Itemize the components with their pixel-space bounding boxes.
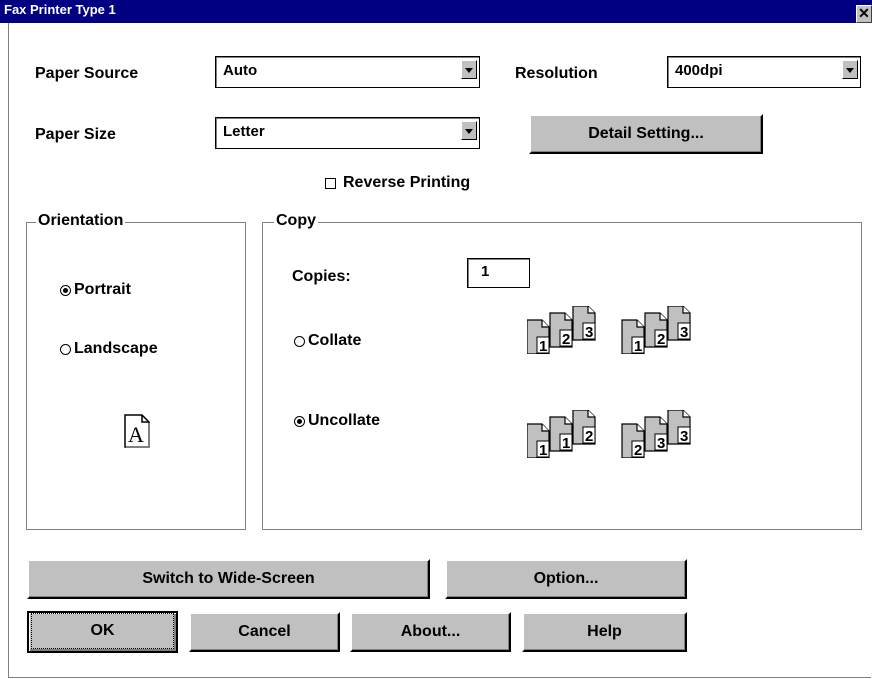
- copies-value: 1: [481, 263, 490, 280]
- paper-size-value: Letter: [223, 123, 265, 140]
- collate-pages-icon: 123123: [526, 305, 717, 355]
- preview-letter: A: [128, 422, 144, 447]
- orientation-group-title: Orientation: [36, 212, 126, 230]
- page-number: 1: [539, 442, 547, 458]
- landscape-radio[interactable]: [60, 344, 71, 355]
- help-label: Help: [587, 623, 622, 640]
- option-button[interactable]: Option...: [445, 559, 687, 599]
- ok-button[interactable]: OK: [27, 611, 178, 653]
- switch-wide-screen-label: Switch to Wide-Screen: [142, 570, 315, 587]
- orientation-group: [26, 222, 246, 530]
- uncollate-pages-icon: 112233: [526, 409, 717, 459]
- copies-label: Copies:: [292, 268, 351, 285]
- uncollate-label: Uncollate: [308, 412, 381, 429]
- reverse-printing-label: Reverse Printing: [343, 174, 471, 191]
- paper-size-dropdown[interactable]: Letter: [215, 117, 480, 149]
- copy-group-title: Copy: [274, 212, 318, 230]
- page-number: 3: [585, 324, 593, 341]
- help-button[interactable]: Help: [522, 612, 687, 652]
- about-button[interactable]: About...: [350, 612, 511, 652]
- reverse-printing-checkbox[interactable]: [325, 178, 336, 189]
- detail-setting-button-label: Detail Setting...: [588, 125, 704, 142]
- page-number: 2: [634, 442, 642, 458]
- detail-setting-button[interactable]: Detail Setting...: [529, 114, 763, 154]
- landscape-label: Landscape: [74, 340, 158, 357]
- page-number: 3: [680, 324, 688, 341]
- paper-source-label: Paper Source: [35, 65, 139, 82]
- portrait-radio[interactable]: [60, 285, 71, 296]
- uncollate-radio[interactable]: [294, 416, 305, 427]
- resolution-dropdown[interactable]: 400dpi: [667, 56, 861, 88]
- close-icon[interactable]: ✕: [856, 5, 872, 23]
- resolution-label: Resolution: [515, 65, 598, 82]
- chevron-down-icon[interactable]: [842, 60, 858, 79]
- switch-wide-screen-button[interactable]: Switch to Wide-Screen: [27, 559, 430, 599]
- copies-input[interactable]: 1: [467, 258, 530, 288]
- chevron-down-icon[interactable]: [461, 121, 477, 140]
- option-label: Option...: [533, 570, 599, 587]
- copy-group: [262, 222, 862, 530]
- page-number: 3: [657, 435, 665, 452]
- page-number: 1: [562, 435, 570, 452]
- cancel-button[interactable]: Cancel: [189, 612, 340, 652]
- cancel-label: Cancel: [238, 623, 291, 640]
- window-title: Fax Printer Type 1: [4, 2, 116, 17]
- chevron-down-icon[interactable]: [461, 60, 477, 79]
- paper-size-label: Paper Size: [35, 126, 116, 143]
- ok-label: OK: [31, 613, 174, 649]
- page-number: 2: [657, 331, 665, 348]
- resolution-value: 400dpi: [675, 62, 723, 79]
- collate-label: Collate: [308, 332, 362, 349]
- page-number: 2: [585, 428, 593, 445]
- page-number: 3: [680, 428, 688, 445]
- paper-source-value: Auto: [223, 62, 258, 79]
- paper-source-dropdown[interactable]: Auto: [215, 56, 480, 88]
- page-number: 2: [562, 331, 570, 348]
- about-label: About...: [400, 623, 461, 640]
- page-number: 1: [634, 338, 642, 354]
- page-number: 1: [539, 338, 547, 354]
- portrait-preview-icon: A: [124, 414, 150, 448]
- title-bar: Fax Printer Type 1 ✕: [0, 0, 872, 23]
- portrait-label: Portrait: [74, 281, 131, 298]
- collate-radio[interactable]: [294, 336, 305, 347]
